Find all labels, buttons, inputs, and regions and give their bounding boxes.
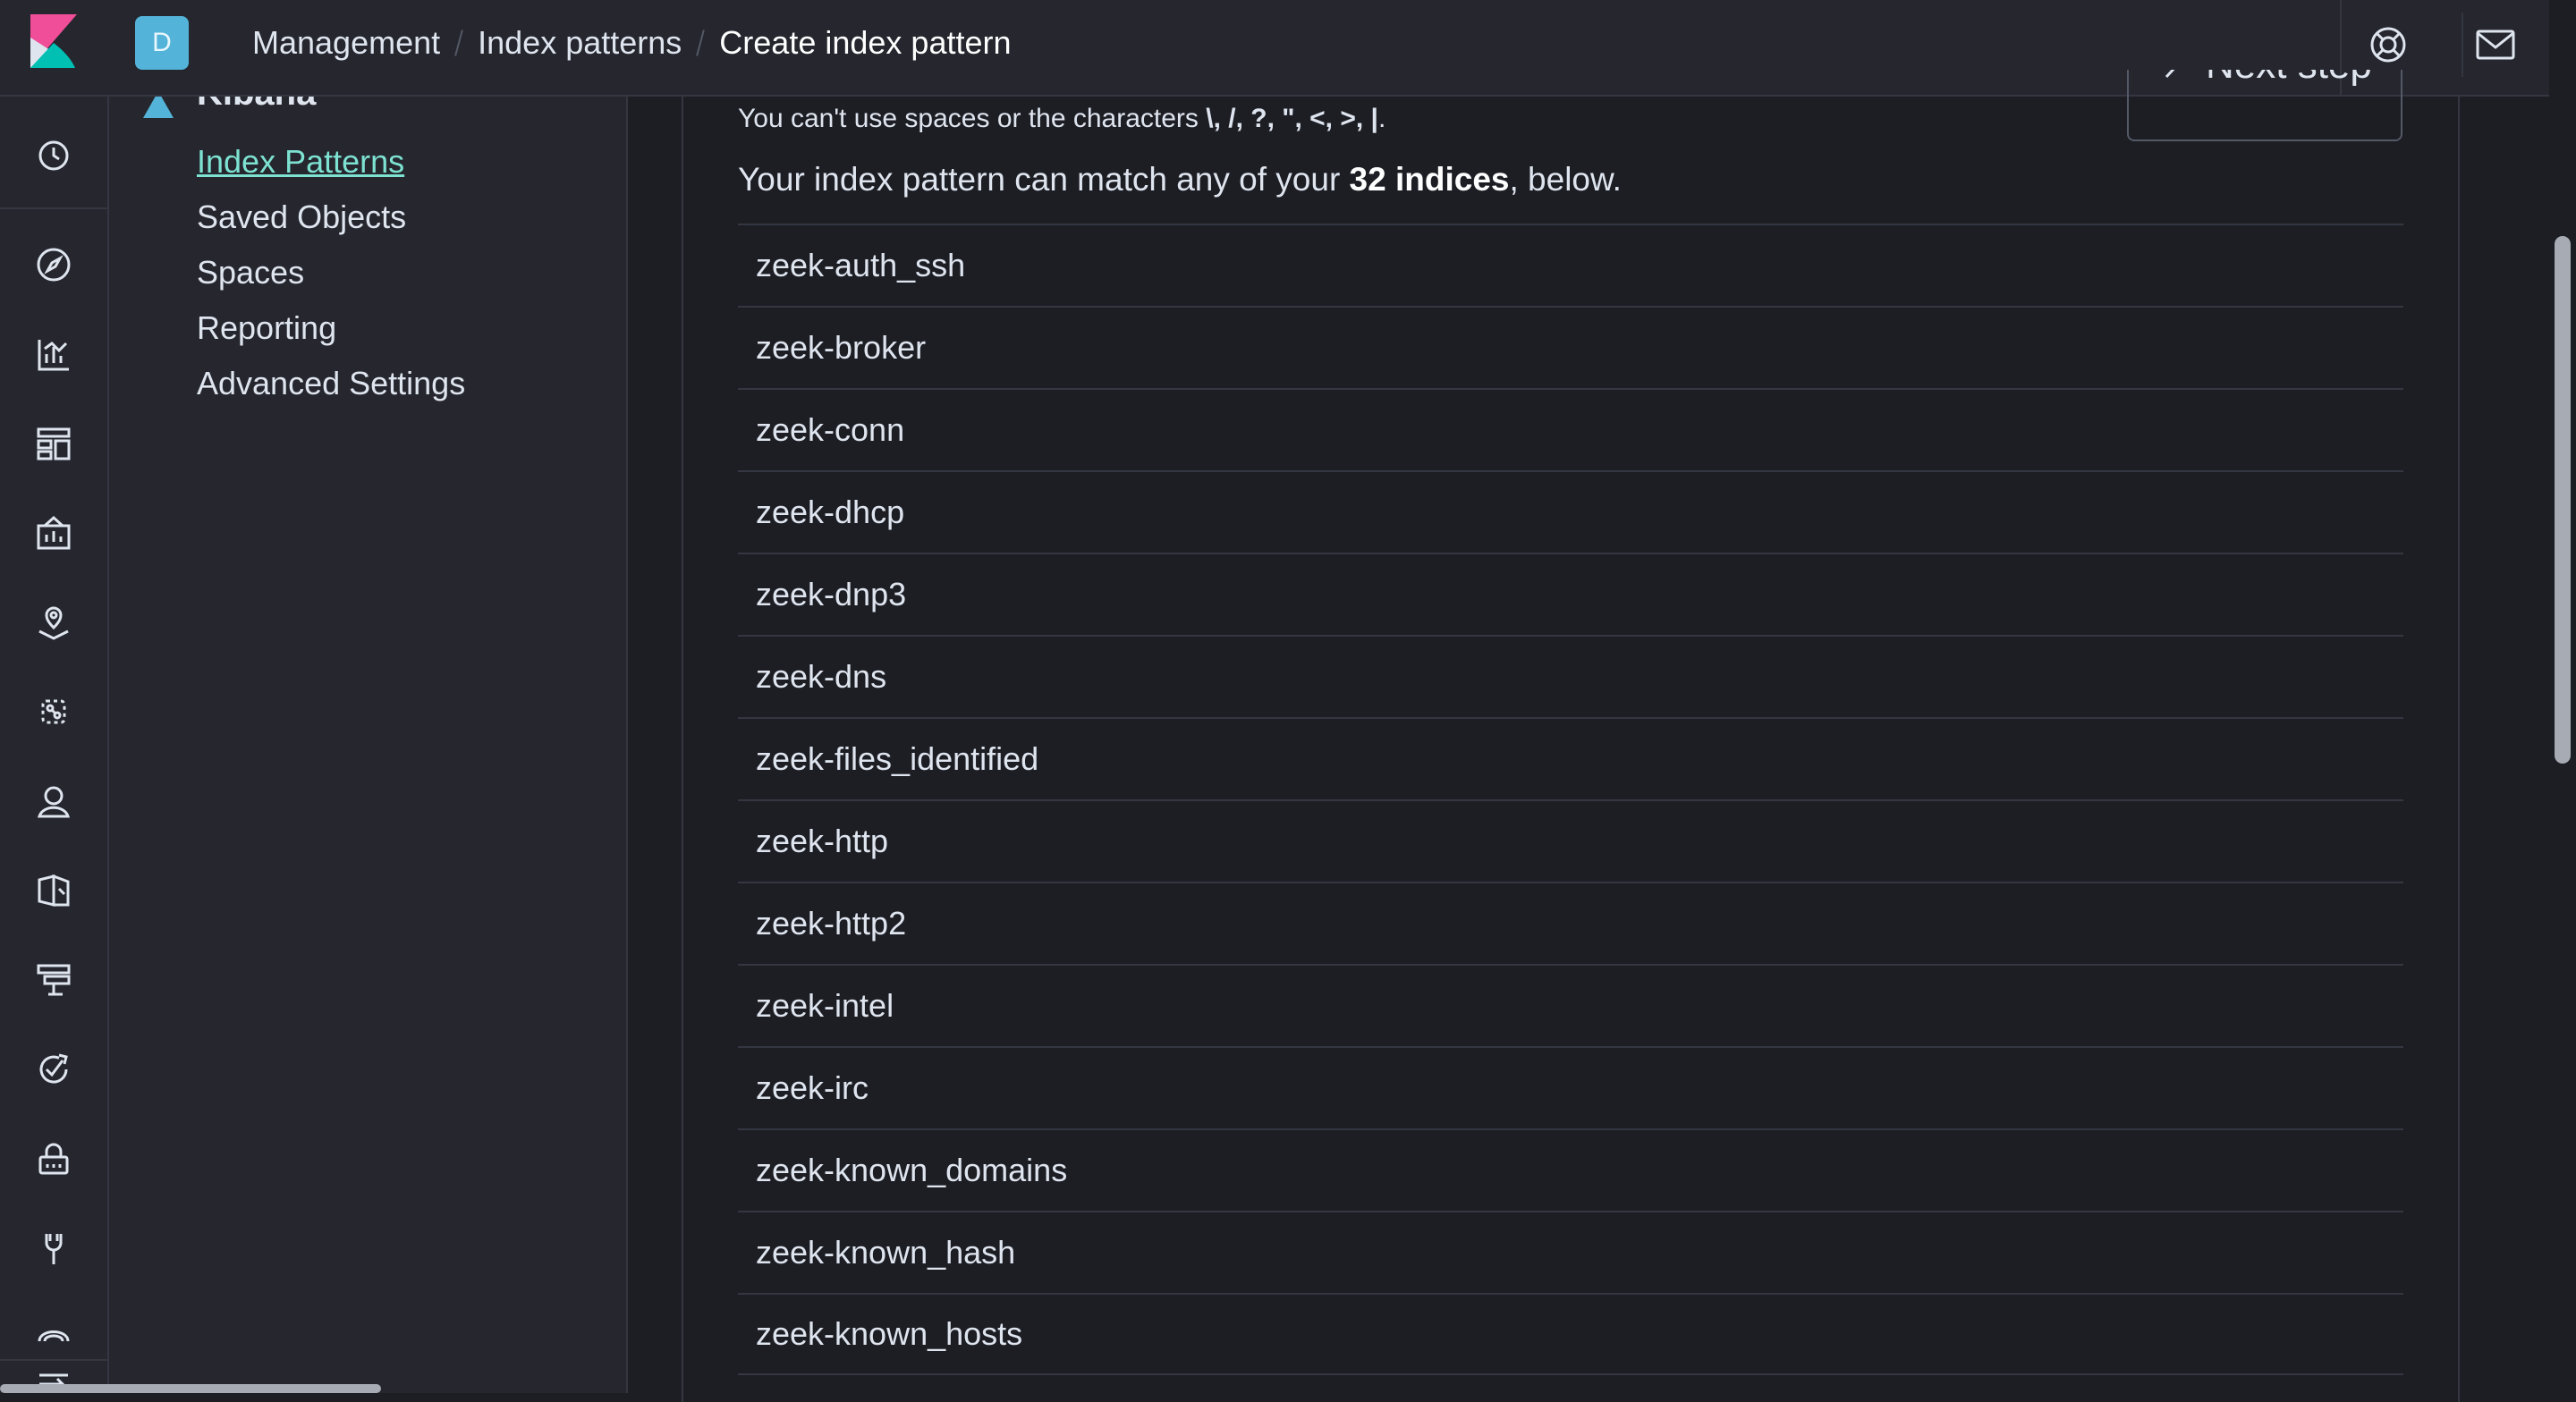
summary-suffix: , below. (1509, 161, 1622, 198)
indices-list: zeek-auth_ssh zeek-broker zeek-conn zeek… (738, 224, 2403, 1375)
side-nav-item-saved-objects[interactable]: Saved Objects (197, 198, 406, 236)
infrastructure-icon[interactable] (32, 780, 75, 823)
index-row: zeek-broker (738, 306, 2403, 388)
nav-divider (0, 207, 107, 209)
breadcrumb-separator (696, 30, 706, 56)
compass-icon[interactable] (32, 243, 75, 286)
mail-icon (2476, 30, 2515, 60)
news-feed-button[interactable] (2462, 13, 2528, 77)
index-row: zeek-files_identified (738, 717, 2403, 799)
index-row: zeek-dnp3 (738, 553, 2403, 635)
canvas-icon[interactable] (32, 511, 75, 554)
index-row: zeek-conn (738, 388, 2403, 470)
kibana-section-icon (143, 97, 174, 118)
nav-rail (0, 97, 109, 1393)
siem-icon[interactable] (32, 1137, 75, 1180)
chevron-right-icon (2163, 70, 2181, 79)
monitoring-icon[interactable] (32, 1316, 75, 1359)
side-nav-item-index-patterns[interactable]: Index Patterns (197, 143, 404, 181)
indices-summary: Your index pattern can match any of your… (738, 161, 1622, 198)
indices-count: 32 indices (1349, 161, 1510, 198)
ml-icon[interactable] (32, 690, 75, 733)
breadcrumb-create-index-pattern: Create index pattern (719, 24, 1012, 61)
index-row: zeek-http (738, 799, 2403, 882)
horizontal-scrollbar-thumb[interactable] (0, 1384, 381, 1393)
breadcrumb-separator (454, 30, 463, 56)
index-row: zeek-http2 (738, 882, 2403, 964)
visualize-icon[interactable] (32, 333, 75, 376)
index-row: zeek-dns (738, 635, 2403, 717)
index-row: zeek-dhcp (738, 470, 2403, 553)
management-side-nav: Kibana Index Patterns Saved Objects Spac… (109, 97, 628, 1393)
hint-forbidden-chars: \, /, ?, ", <, >, | (1206, 104, 1378, 133)
hint-suffix: . (1377, 104, 1386, 133)
uptime-icon[interactable] (32, 1048, 75, 1091)
next-step-label: Next step (2206, 70, 2372, 88)
index-row: zeek-auth_ssh (738, 224, 2403, 306)
index-row: zeek-known_domains (738, 1128, 2403, 1211)
nav-divider (0, 1359, 107, 1361)
help-button[interactable] (2356, 13, 2420, 77)
dashboard-icon[interactable] (32, 422, 75, 465)
clock-icon[interactable] (32, 134, 75, 177)
hint-text: You can't use spaces or the characters (738, 104, 1207, 133)
next-step-button[interactable]: Next step (2127, 70, 2402, 141)
apm-icon[interactable] (32, 959, 75, 1001)
side-nav-item-advanced-settings[interactable]: Advanced Settings (197, 365, 465, 402)
help-lifebuoy-icon (2368, 25, 2408, 64)
index-row: zeek-irc (738, 1046, 2403, 1128)
breadcrumb-index-patterns[interactable]: Index patterns (478, 24, 682, 62)
space-avatar[interactable]: D (135, 16, 189, 70)
index-pattern-hint: You can't use spaces or the characters \… (738, 104, 1385, 134)
dev-tools-icon[interactable] (32, 1227, 75, 1270)
index-row: zeek-known_hosts (738, 1293, 2403, 1375)
index-row: zeek-intel (738, 964, 2403, 1046)
maps-icon[interactable] (32, 601, 75, 644)
breadcrumb-management[interactable]: Management (252, 24, 440, 62)
vertical-scrollbar-thumb[interactable] (2555, 236, 2571, 764)
side-nav-title: Kibana (197, 97, 316, 114)
side-nav-item-reporting[interactable]: Reporting (197, 309, 336, 347)
kibana-logo-icon[interactable] (30, 14, 77, 68)
side-nav-item-spaces[interactable]: Spaces (197, 254, 304, 291)
logs-icon[interactable] (32, 869, 75, 912)
summary-text: Your index pattern can match any of your (738, 161, 1350, 198)
index-row: zeek-known_hash (738, 1211, 2403, 1293)
breadcrumb: Management Index patterns Create index p… (252, 0, 1012, 86)
